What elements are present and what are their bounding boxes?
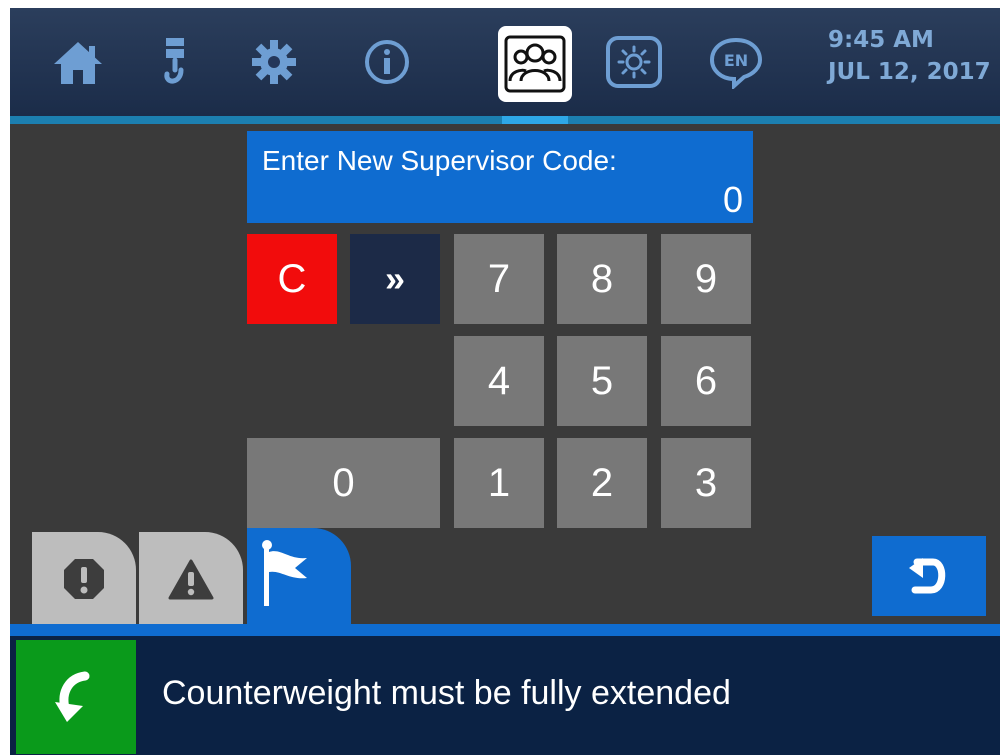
date-text: JUL 12, 2017 bbox=[828, 59, 991, 85]
language-button[interactable]: EN bbox=[704, 30, 768, 94]
key-6[interactable]: 6 bbox=[661, 336, 751, 426]
back-button[interactable] bbox=[872, 536, 986, 616]
time-text: 9:45 AM bbox=[828, 27, 934, 53]
key-9[interactable]: 9 bbox=[661, 234, 751, 324]
users-button[interactable] bbox=[498, 26, 572, 102]
hook-icon bbox=[164, 38, 184, 84]
users-icon bbox=[504, 35, 566, 93]
home-button[interactable] bbox=[46, 30, 110, 94]
tab-stop-alerts[interactable] bbox=[32, 532, 136, 626]
active-tab-indicator bbox=[502, 116, 568, 124]
info-icon bbox=[365, 40, 409, 84]
clock: 9:45 AM JUL 12, 2017 bbox=[828, 24, 991, 88]
key-7[interactable]: 7 bbox=[454, 234, 544, 324]
status-icon-box bbox=[16, 640, 136, 754]
status-message: Counterweight must be fully extended bbox=[162, 674, 731, 712]
language-icon: EN bbox=[709, 37, 763, 89]
top-bar: EN 9:45 AM JUL 12, 2017 bbox=[10, 8, 1000, 116]
language-label: EN bbox=[724, 51, 748, 70]
key-4[interactable]: 4 bbox=[454, 336, 544, 426]
home-icon bbox=[54, 42, 102, 84]
clear-key[interactable]: C bbox=[247, 234, 337, 324]
brightness-icon bbox=[606, 36, 662, 88]
key-2[interactable]: 2 bbox=[557, 438, 647, 528]
key-0[interactable]: 0 bbox=[247, 438, 440, 528]
next-key[interactable]: » bbox=[350, 234, 440, 324]
stop-alert-icon bbox=[64, 559, 104, 599]
back-icon bbox=[909, 558, 946, 594]
key-8[interactable]: 8 bbox=[557, 234, 647, 324]
tab-flags[interactable] bbox=[247, 528, 351, 626]
code-entry-display: Enter New Supervisor Code: 0 bbox=[247, 131, 753, 223]
settings-button[interactable] bbox=[242, 30, 306, 94]
flag-icon bbox=[262, 540, 307, 606]
tab-warnings[interactable] bbox=[139, 532, 243, 626]
key-1[interactable]: 1 bbox=[454, 438, 544, 528]
status-divider bbox=[10, 624, 1000, 636]
hook-button[interactable] bbox=[143, 30, 207, 94]
gear-icon bbox=[252, 40, 296, 84]
rotate-arrow-icon bbox=[55, 671, 90, 722]
brightness-button[interactable] bbox=[602, 30, 666, 94]
warning-icon bbox=[168, 559, 214, 600]
status-bar: Counterweight must be fully extended bbox=[10, 636, 1000, 755]
screen: EN 9:45 AM JUL 12, 2017 Enter New Superv… bbox=[10, 8, 1000, 755]
info-button[interactable] bbox=[355, 30, 419, 94]
key-5[interactable]: 5 bbox=[557, 336, 647, 426]
entry-value: 0 bbox=[722, 179, 743, 220]
key-3[interactable]: 3 bbox=[661, 438, 751, 528]
entry-label: Enter New Supervisor Code: bbox=[262, 145, 617, 176]
